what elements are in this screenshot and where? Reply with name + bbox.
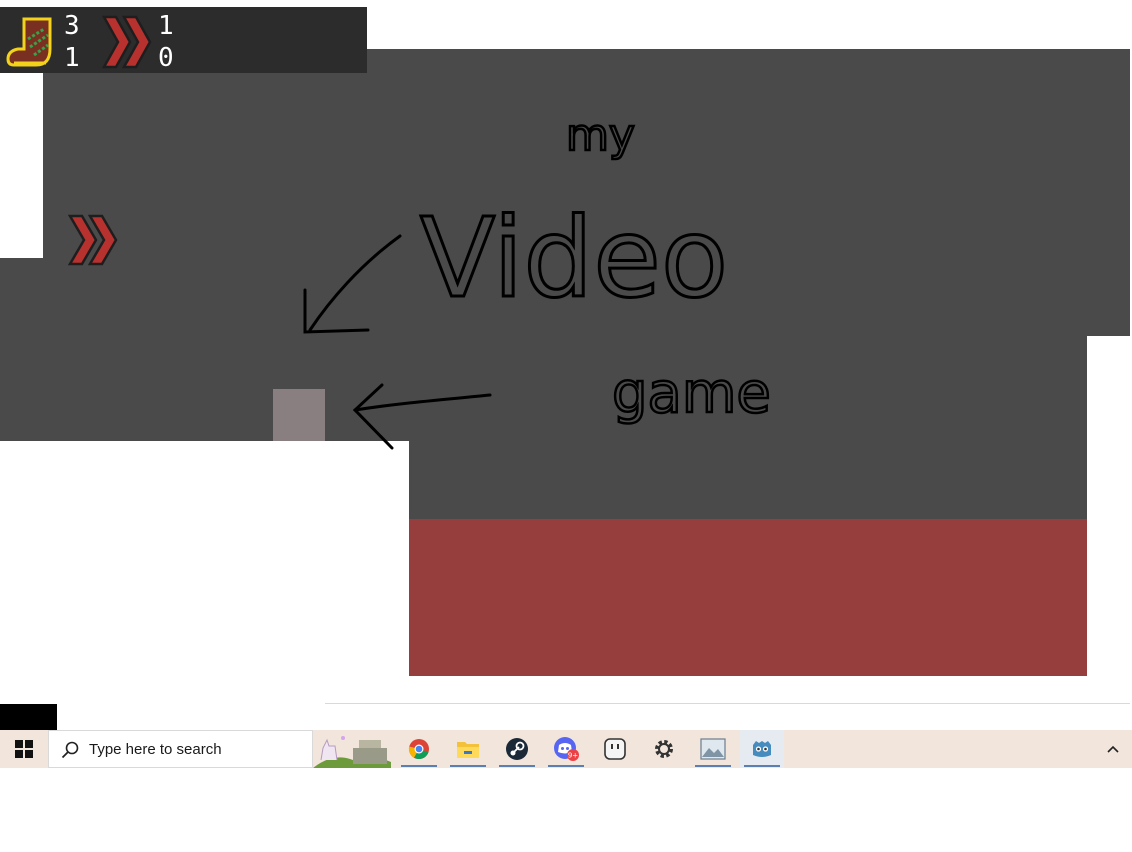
taskbar-smiley-app-button[interactable] bbox=[593, 730, 637, 768]
chrome-icon bbox=[408, 739, 429, 760]
chevron-up-icon bbox=[1107, 745, 1119, 753]
black-bar bbox=[0, 704, 57, 730]
landscape-widget-icon bbox=[313, 736, 391, 768]
taskbar-chrome-button[interactable] bbox=[397, 730, 441, 768]
boot-icon bbox=[6, 17, 52, 67]
dash-sub-count: 0 bbox=[158, 43, 174, 73]
settings-gear-icon bbox=[655, 740, 673, 758]
taskbar-godot-button[interactable] bbox=[740, 730, 784, 768]
windows-logo-icon bbox=[15, 740, 33, 758]
taskbar-search-box[interactable]: Type here to search bbox=[48, 730, 313, 768]
dash-icon bbox=[101, 15, 152, 69]
steam-icon bbox=[506, 738, 528, 760]
photos-icon bbox=[700, 738, 726, 760]
taskbar-discord-button[interactable]: 9+ bbox=[544, 730, 588, 768]
news-widget-button[interactable] bbox=[313, 730, 391, 768]
hud-panel: 3 1 1 0 bbox=[0, 7, 367, 73]
dash-pickup-icon bbox=[67, 214, 118, 266]
file-explorer-icon bbox=[457, 742, 479, 758]
level-block-lower bbox=[409, 336, 1087, 519]
start-button[interactable] bbox=[0, 730, 48, 768]
windows-taskbar: Type here to search 9+ bbox=[0, 730, 1132, 768]
smiley-app-icon bbox=[604, 738, 626, 760]
show-hidden-icons-button[interactable] bbox=[1100, 730, 1126, 768]
search-icon bbox=[61, 741, 79, 759]
player-character bbox=[273, 389, 325, 441]
godot-icon bbox=[753, 741, 771, 757]
taskbar-steam-button[interactable] bbox=[495, 730, 539, 768]
taskbar-photos-button[interactable] bbox=[691, 730, 735, 768]
taskbar-file-explorer-button[interactable] bbox=[446, 730, 490, 768]
discord-icon: 9+ bbox=[554, 737, 579, 761]
lava-floor bbox=[409, 519, 1087, 676]
discord-badge: 9+ bbox=[568, 752, 578, 760]
search-placeholder: Type here to search bbox=[89, 741, 222, 758]
taskbar-divider bbox=[325, 703, 1130, 704]
boot-count: 3 bbox=[64, 11, 80, 41]
boot-sub-count: 1 bbox=[64, 43, 80, 73]
dash-count: 1 bbox=[158, 11, 174, 41]
taskbar-settings-button[interactable] bbox=[642, 730, 686, 768]
